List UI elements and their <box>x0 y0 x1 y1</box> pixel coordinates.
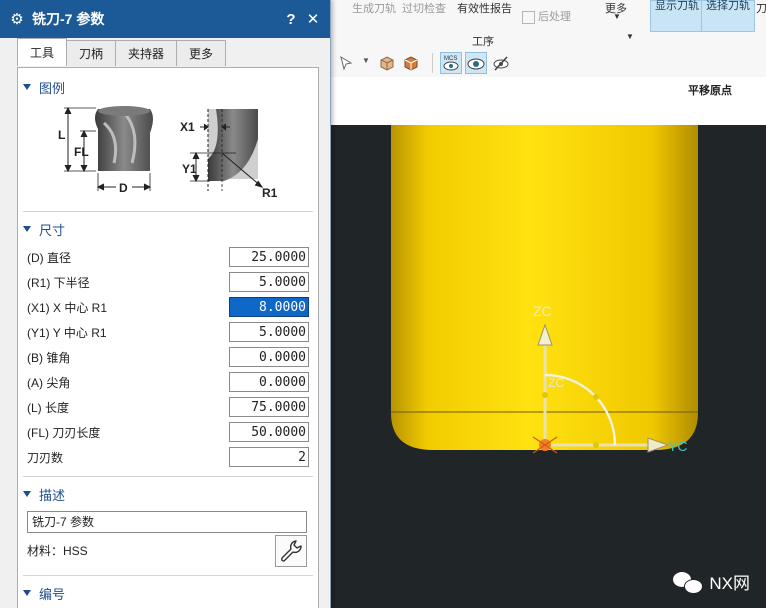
close-button[interactable]: ✕ <box>302 10 324 28</box>
help-button[interactable]: ? <box>280 11 302 28</box>
select-dropdown-icon[interactable]: ▼ <box>362 56 370 65</box>
yc-axis-label: YC <box>668 438 687 454</box>
dimension-label: (Y1) Y 中心 R1 <box>27 325 107 340</box>
description-input[interactable]: 铣刀-7 参数 <box>27 511 307 533</box>
dimension-row-flutes: 刀刃数 2 <box>27 446 309 468</box>
dimension-label: (D) 直径 <box>27 250 71 265</box>
legend-label-l: L <box>58 128 65 142</box>
select-toolpath-button[interactable]: 选择刀轨 <box>701 0 755 32</box>
dimensions-section-header[interactable]: 尺寸 <box>23 219 65 239</box>
tab-holder-shank[interactable]: 刀柄 <box>66 40 117 66</box>
legend-label-r1: R1 <box>262 186 278 200</box>
dimensions-section-title: 尺寸 <box>39 222 66 238</box>
watermark: NX网 <box>673 569 750 594</box>
dialog-titlebar[interactable]: ⚙ 铣刀-7 参数 ? ✕ <box>0 0 330 38</box>
flutes-input[interactable]: 2 <box>229 447 309 467</box>
dimension-label: (X1) X 中心 R1 <box>27 300 108 315</box>
ribbon-truncated-label[interactable]: 刀 <box>756 0 766 16</box>
dimension-row-length: (L) 长度 75.0000 <box>27 396 309 418</box>
endmill-icon <box>95 109 153 171</box>
collapse-triangle-icon <box>23 491 31 497</box>
shaded-box-icon[interactable] <box>402 54 420 72</box>
diameter-input[interactable]: 25.0000 <box>229 247 309 267</box>
legend-label-d: D <box>119 181 128 195</box>
dimension-label: (A) 尖角 <box>27 375 71 390</box>
dialog-tabs: 工具 刀柄 夹持器 更多 <box>17 38 227 66</box>
taper-angle-input[interactable]: 0.0000 <box>229 347 309 367</box>
box-view-icon[interactable] <box>378 54 396 72</box>
dimension-label: (L) 长度 <box>27 400 70 415</box>
dimension-label: 刀刃数 <box>27 450 64 465</box>
tool-parameters-dialog: ⚙ 铣刀-7 参数 ? ✕ 工具 刀柄 夹持器 更多 图例 L FL D X1 … <box>0 0 331 608</box>
numbering-section-title: 编号 <box>39 586 66 602</box>
tip-angle-input[interactable]: 0.0000 <box>229 372 309 392</box>
dimension-row-taper-angle: (B) 锥角 0.0000 <box>27 346 309 368</box>
collapse-triangle-icon <box>23 590 31 596</box>
operation-group-label: 工序 <box>472 36 494 48</box>
group-expand-icon[interactable]: ▼ <box>626 32 634 41</box>
select-filter-icon[interactable] <box>338 54 356 72</box>
generate-toolpath-label[interactable]: 生成刀轨 <box>352 0 396 16</box>
legend-section-title: 图例 <box>39 80 66 96</box>
postprocess-label: 后处理 <box>538 11 571 23</box>
display-toolpath-button[interactable]: 显示刀轨 <box>650 0 704 32</box>
legend-label-fl: FL <box>74 145 89 159</box>
gear-icon: ⚙ <box>10 11 24 28</box>
tool-legend-diagram: L FL D X1 Y1 R1 <box>58 106 278 200</box>
legend-label-y1: Y1 <box>182 162 197 176</box>
legend-label-x1: X1 <box>180 120 195 134</box>
length-input[interactable]: 75.0000 <box>229 397 309 417</box>
watermark-text: NX网 <box>709 574 750 593</box>
wrench-icon <box>281 540 302 562</box>
dimension-label: (B) 锥角 <box>27 350 71 365</box>
dimension-row-y-center: (Y1) Y 中心 R1 5.0000 <box>27 321 309 343</box>
tool-tab-panel: 图例 L FL D X1 Y1 R1 尺寸 (D) 直径 25.0000 (R1… <box>17 67 319 608</box>
mcs-eye-icon: MCS <box>443 56 459 71</box>
tab-tool[interactable]: 工具 <box>17 38 68 66</box>
dimension-row-diameter: (D) 直径 25.0000 <box>27 246 309 268</box>
zc-axis-label: ZC <box>533 303 552 319</box>
legend-section-header[interactable]: 图例 <box>23 77 65 97</box>
dimension-label: (R1) 下半径 <box>27 275 90 290</box>
validity-report-button[interactable]: 有效性报告 <box>457 0 512 16</box>
mcs-view-button[interactable]: MCS <box>440 52 462 74</box>
dimension-row-lower-radius: (R1) 下半径 5.0000 <box>27 271 309 293</box>
dimension-row-tip-angle: (A) 尖角 0.0000 <box>27 371 309 393</box>
wechat-logo-icon <box>673 570 704 594</box>
postprocess-icon <box>522 10 535 24</box>
collapse-triangle-icon <box>23 84 31 90</box>
zc-arc-label: ZC <box>548 376 564 390</box>
more-chevron-icon[interactable]: ▼ <box>613 12 621 21</box>
pan-origin-label[interactable]: 平移原点 <box>688 82 732 98</box>
dimension-row-flute-length: (FL) 刀刃长度 50.0000 <box>27 421 309 443</box>
eye-icon <box>467 58 485 70</box>
dimension-label: (FL) 刀刃长度 <box>27 425 101 440</box>
flute-length-input[interactable]: 50.0000 <box>229 422 309 442</box>
x-center-r1-input[interactable]: 8.0000 <box>229 297 309 317</box>
dialog-title: 铣刀-7 参数 <box>32 11 105 27</box>
postprocess-button[interactable]: 后处理 <box>522 8 571 24</box>
hide-eye-icon[interactable] <box>492 54 510 72</box>
material-label: 材料：HSS <box>27 544 88 558</box>
svg-text:MCS: MCS <box>444 56 457 62</box>
gouge-check-label[interactable]: 过切检查 <box>402 0 446 16</box>
eye-view-button[interactable] <box>465 52 487 74</box>
collapse-triangle-icon <box>23 226 31 232</box>
tab-more[interactable]: 更多 <box>176 40 227 66</box>
y-center-r1-input[interactable]: 5.0000 <box>229 322 309 342</box>
description-section-title: 描述 <box>39 487 66 503</box>
lower-radius-input[interactable]: 5.0000 <box>229 272 309 292</box>
tab-holder[interactable]: 夹持器 <box>115 40 178 66</box>
material-library-button[interactable] <box>275 535 307 567</box>
description-section-header[interactable]: 描述 <box>23 484 65 504</box>
numbering-section-header[interactable]: 编号 <box>23 583 65 603</box>
dimension-row-x-center: (X1) X 中心 R1 8.0000 <box>27 296 309 318</box>
